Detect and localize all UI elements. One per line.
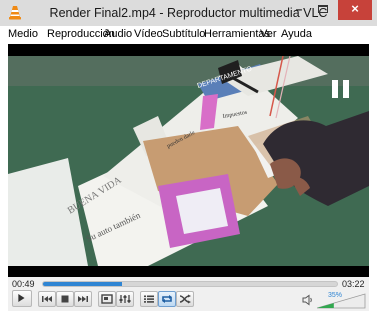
menu-bar: Medio Reproducción Audio Vídeo Subtítulo… [0,26,377,44]
fullscreen-button[interactable] [98,291,116,307]
next-icon [78,296,88,302]
stop-button[interactable] [56,291,74,307]
play-button[interactable] [12,290,32,307]
extended-settings-icon [119,295,131,303]
next-button[interactable] [74,291,92,307]
previous-button[interactable] [38,291,56,307]
stop-icon [61,295,69,303]
previous-icon [42,296,52,302]
video-frame: BUENA VIDA Su auto también DEPARTAMENTO … [8,56,369,266]
menu-video[interactable]: Vídeo [134,28,163,40]
seek-bar[interactable] [42,281,338,287]
menu-audio[interactable]: Audio [104,28,132,40]
menu-ver[interactable]: Ver [260,28,277,40]
video-area[interactable]: BUENA VIDA Su auto también DEPARTAMENTO … [8,44,369,277]
maximize-button[interactable] [311,0,335,20]
shuffle-icon [179,294,191,304]
menu-subtitulo[interactable]: Subtítulo [162,28,205,40]
fullscreen-icon [101,294,113,304]
playlist-icon [144,295,154,303]
elapsed-time: 00:49 [12,279,35,289]
minimize-button[interactable]: – [287,0,311,20]
play-icon [18,294,25,302]
extended-settings-button[interactable] [116,291,134,307]
close-button[interactable]: × [338,0,372,20]
controls-panel: 00:49 03:22 35% [8,277,369,311]
total-time[interactable]: 03:22 [342,279,365,289]
seek-progress [43,282,123,286]
pause-icon[interactable] [332,80,350,98]
menu-ayuda[interactable]: Ayuda [281,28,312,40]
loop-icon [162,295,172,303]
shuffle-button[interactable] [176,291,194,307]
speaker-icon[interactable] [302,294,314,306]
loop-button[interactable] [158,291,176,307]
menu-medio[interactable]: Medio [8,28,38,40]
volume-slider[interactable] [317,291,367,309]
maximize-icon [318,5,328,13]
title-bar: Render Final2.mp4 - Reproductor multimed… [0,0,377,26]
playlist-button[interactable] [140,291,158,307]
